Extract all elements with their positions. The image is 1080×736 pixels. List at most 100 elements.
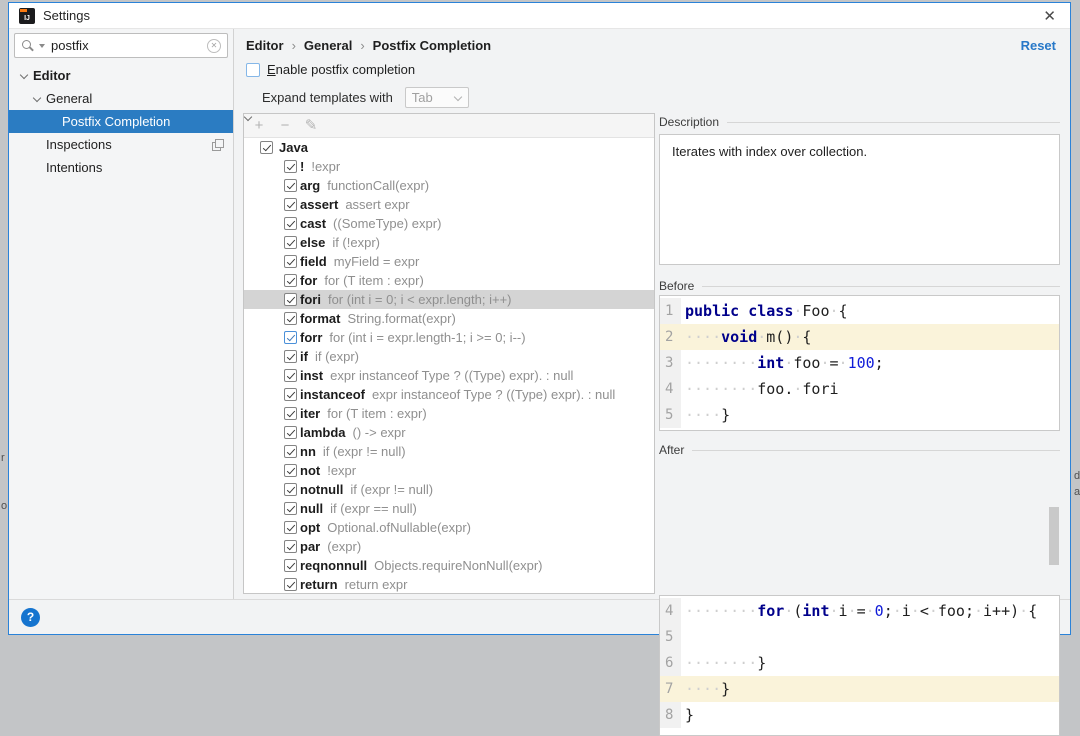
code-line: 5 ····}	[660, 402, 1059, 428]
chevron-down-icon[interactable]	[33, 95, 41, 103]
add-icon[interactable]: +	[252, 119, 266, 133]
template-row[interactable]: nn if (expr != null)	[244, 442, 654, 461]
template-row[interactable]: not !expr	[244, 461, 654, 480]
template-row[interactable]: null if (expr == null)	[244, 499, 654, 518]
sidebar-item[interactable]: Editor	[9, 64, 233, 87]
template-row[interactable]: field myField = expr	[244, 252, 654, 271]
code-line: 5	[660, 624, 1059, 650]
template-description: for (int i = 0; i < expr.length; i++)	[328, 292, 512, 307]
template-row[interactable]: cast ((SomeType) expr)	[244, 214, 654, 233]
code-token: ·	[866, 602, 875, 620]
code-token: 0	[875, 602, 884, 620]
help-button[interactable]: ?	[21, 608, 40, 627]
expand-templates-select[interactable]: Tab	[405, 87, 469, 108]
template-row[interactable]: arg functionCall(expr)	[244, 176, 654, 195]
reset-link[interactable]: Reset	[1021, 38, 1056, 53]
code-token: ········	[685, 380, 757, 398]
template-row[interactable]: instanceof expr instanceof Type ? ((Type…	[244, 385, 654, 404]
checkbox[interactable]	[284, 388, 297, 401]
checkbox[interactable]	[284, 483, 297, 496]
code-token: for	[757, 602, 784, 620]
template-row[interactable]: lambda () -> expr	[244, 423, 654, 442]
template-row[interactable]: ! !expr	[244, 157, 654, 176]
sidebar-item[interactable]: Postfix Completion	[9, 110, 233, 133]
checkbox[interactable]	[284, 274, 297, 287]
checkbox[interactable]	[284, 312, 297, 325]
template-row[interactable]: reqnonnull Objects.requireNonNull(expr)	[244, 556, 654, 575]
template-row[interactable]: fori for (int i = 0; i < expr.length; i+…	[244, 290, 654, 309]
template-description: expr instanceof Type ? ((Type) expr). : …	[372, 387, 615, 402]
scrollbar-thumb[interactable]	[1049, 507, 1059, 565]
template-name: field	[300, 254, 327, 269]
code-token: int	[757, 354, 784, 372]
checkbox[interactable]	[260, 141, 273, 154]
checkbox[interactable]	[284, 369, 297, 382]
checkbox[interactable]	[284, 350, 297, 363]
close-icon[interactable]: ✕	[1039, 7, 1060, 25]
intellij-logo-icon	[19, 8, 35, 24]
description-separator: Description	[659, 115, 1060, 129]
code-line: 1 public class·Foo·{	[660, 298, 1059, 324]
description-box: Iterates with index over collection.	[659, 134, 1060, 265]
code-token: {	[802, 328, 811, 346]
template-name: iter	[300, 406, 320, 421]
template-row[interactable]: assert assert expr	[244, 195, 654, 214]
checkbox[interactable]	[284, 540, 297, 553]
checkbox[interactable]	[284, 521, 297, 534]
template-name: nn	[300, 444, 316, 459]
search-value[interactable]: postfix	[51, 38, 203, 53]
template-row[interactable]: for for (T item : expr)	[244, 271, 654, 290]
code-token: foo.	[757, 380, 793, 398]
chevron-down-icon[interactable]	[20, 72, 28, 80]
checkbox[interactable]	[284, 236, 297, 249]
templates-tree: Java ! !expr a	[244, 138, 654, 593]
sidebar-item[interactable]: Intentions	[9, 156, 233, 179]
search-input[interactable]: postfix ✕	[14, 33, 228, 58]
template-row[interactable]: par (expr)	[244, 537, 654, 556]
template-row[interactable]: else if (!expr)	[244, 233, 654, 252]
template-row[interactable]: if if (expr)	[244, 347, 654, 366]
template-description: !expr	[327, 463, 356, 478]
checkbox[interactable]	[284, 217, 297, 230]
code-token: i++)	[983, 602, 1019, 620]
checkbox[interactable]	[284, 464, 297, 477]
checkbox[interactable]	[284, 578, 297, 591]
checkbox[interactable]	[284, 198, 297, 211]
checkbox[interactable]	[284, 255, 297, 268]
code-line: 4 ········foo.·fori	[660, 376, 1059, 402]
checkbox[interactable]	[284, 445, 297, 458]
template-row[interactable]: iter for (T item : expr)	[244, 404, 654, 423]
after-code-editor: 4 ········for·(int·i·=·0;·i·<·foo;·i++)·…	[659, 595, 1060, 736]
checkbox[interactable]	[284, 502, 297, 515]
code-token: void	[721, 328, 757, 346]
template-row[interactable]: notnull if (expr != null)	[244, 480, 654, 499]
checkbox[interactable]	[284, 559, 297, 572]
enable-postfix-label[interactable]: Enable postfix completion	[267, 62, 415, 77]
clear-search-icon[interactable]: ✕	[207, 39, 221, 53]
template-row[interactable]: opt Optional.ofNullable(expr)	[244, 518, 654, 537]
template-name: fori	[300, 292, 321, 307]
checkbox[interactable]	[284, 407, 297, 420]
template-group-row[interactable]: Java	[244, 138, 654, 157]
template-description: for (T item : expr)	[324, 273, 423, 288]
line-number: 6	[660, 650, 681, 676]
checkbox[interactable]	[284, 160, 297, 173]
sidebar-item[interactable]: Inspections	[9, 133, 233, 156]
template-row[interactable]: forr for (int i = expr.length-1; i >= 0;…	[244, 328, 654, 347]
template-row[interactable]: return return expr	[244, 575, 654, 593]
checkbox[interactable]	[284, 293, 297, 306]
line-number: 1	[660, 298, 681, 324]
template-row[interactable]: format String.format(expr)	[244, 309, 654, 328]
background-text-fragment: d	[1074, 470, 1080, 482]
settings-content: Editor › General › Postfix Completion Re…	[234, 29, 1070, 599]
checkbox[interactable]	[284, 331, 297, 344]
checkbox[interactable]	[284, 426, 297, 439]
enable-postfix-checkbox[interactable]	[246, 63, 260, 77]
search-history-chevron-icon[interactable]	[39, 44, 45, 48]
sidebar-item[interactable]: General	[9, 87, 233, 110]
edit-icon[interactable]: ✎	[304, 119, 318, 133]
template-description: myField = expr	[334, 254, 420, 269]
template-row[interactable]: inst expr instanceof Type ? ((Type) expr…	[244, 366, 654, 385]
remove-icon[interactable]: −	[278, 119, 292, 133]
checkbox[interactable]	[284, 179, 297, 192]
